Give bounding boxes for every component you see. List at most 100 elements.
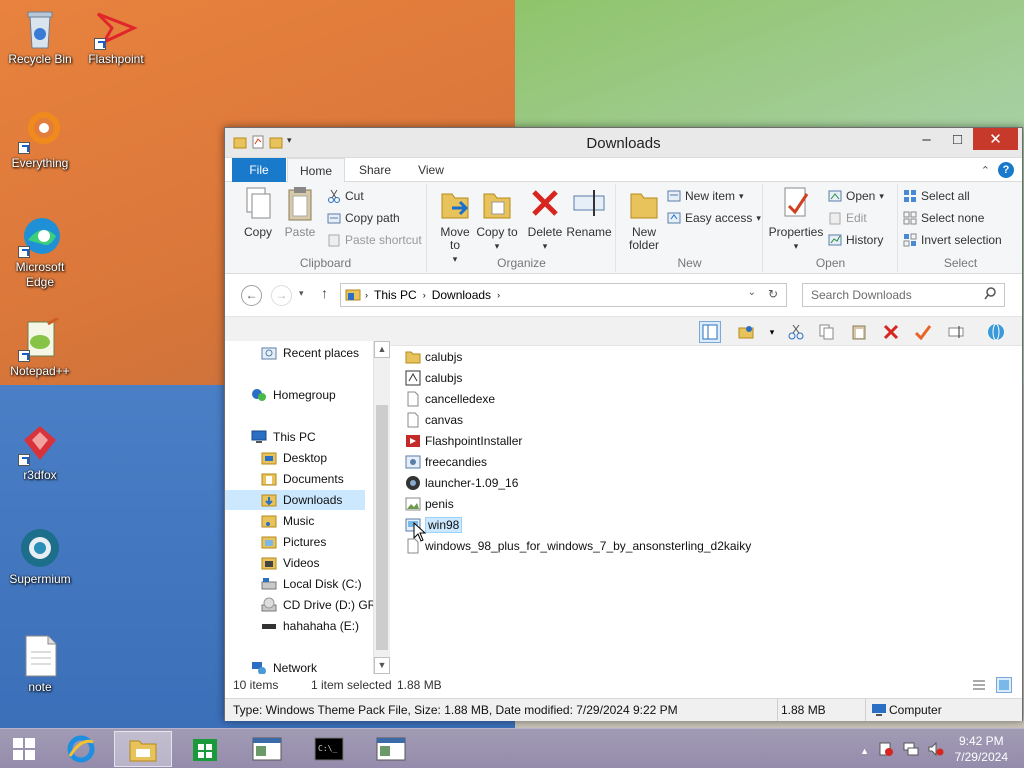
scroll-up-icon[interactable]: ▲	[374, 341, 390, 358]
up-arrow-icon[interactable]: ↑	[321, 285, 328, 301]
paste-shortcut-button[interactable]: Paste shortcut	[327, 230, 422, 250]
desktop-icon-note[interactable]: note	[0, 634, 80, 695]
maximize-button[interactable]: □	[942, 128, 973, 150]
breadcrumb-this-pc[interactable]: This PC	[374, 288, 417, 302]
taskbar-internet-explorer[interactable]	[52, 731, 110, 767]
recent-locations-icon[interactable]: ▾	[299, 288, 304, 299]
taskbar-app-window[interactable]	[238, 731, 296, 767]
copy-toolbar-icon[interactable]	[816, 321, 838, 343]
list-item[interactable]: calubjs	[405, 346, 1005, 367]
taskbar-store[interactable]	[176, 731, 234, 767]
desktop-icon-notepad-plus-plus[interactable]: Notepad++	[0, 316, 80, 379]
tab-view[interactable]: View	[403, 158, 459, 183]
large-icons-view-icon[interactable]	[996, 677, 1012, 693]
list-item[interactable]: freecandies	[405, 451, 1005, 472]
nav-homegroup[interactable]: Homegroup	[251, 385, 373, 405]
rename-toolbar-icon[interactable]	[945, 321, 967, 343]
nav-downloads[interactable]: Downloads	[225, 490, 365, 510]
copy-button[interactable]: Copy	[237, 186, 279, 239]
copy-to-button[interactable]: Copy to ▾	[476, 186, 518, 253]
nav-desktop[interactable]: Desktop	[261, 448, 373, 468]
list-item[interactable]: canvas	[405, 409, 1005, 430]
nav-cd-drive-d[interactable]: CD Drive (D:) GRM	[261, 595, 373, 615]
list-item[interactable]: FlashpointInstaller	[405, 430, 1005, 451]
desktop-icon-everything[interactable]: Everything	[0, 110, 80, 171]
scroll-thumb[interactable]	[376, 405, 388, 650]
details-bar: Type: Windows Theme Pack File, Size: 1.8…	[225, 698, 1022, 721]
nav-pictures[interactable]: Pictures	[261, 532, 373, 552]
tab-share[interactable]: Share	[346, 158, 404, 183]
tab-file[interactable]: File	[232, 158, 286, 183]
paste-button[interactable]: Paste	[279, 186, 321, 239]
globe-toolbar-icon[interactable]	[985, 321, 1007, 343]
invert-selection-button[interactable]: Invert selection	[903, 230, 1002, 250]
move-to-button[interactable]: Move to ▾	[434, 186, 476, 266]
taskbar-app-window-2[interactable]	[362, 731, 420, 767]
desktop-icon-r3dfox[interactable]: r3dfox	[0, 422, 80, 483]
nav-documents[interactable]: Documents	[261, 469, 373, 489]
list-item[interactable]: windows_98_plus_for_windows_7_by_ansonst…	[405, 535, 1005, 556]
svg-text:C:\_: C:\_	[318, 744, 337, 753]
cut-button[interactable]: Cut	[327, 186, 364, 206]
nav-this-pc[interactable]: This PC	[251, 427, 373, 447]
clock[interactable]: 9:42 PM 7/29/2024	[955, 733, 1008, 765]
pin-dropdown-icon[interactable]: ▾	[761, 321, 783, 343]
paste-toolbar-icon[interactable]	[848, 321, 870, 343]
breadcrumb-downloads[interactable]: Downloads	[432, 288, 491, 302]
cut-toolbar-icon[interactable]	[785, 321, 807, 343]
start-button[interactable]	[0, 731, 48, 767]
edit-button[interactable]: Edit	[828, 208, 867, 228]
show-hidden-icons-icon[interactable]: ▲	[860, 746, 869, 756]
history-button[interactable]: History	[828, 230, 883, 250]
taskbar-command-prompt[interactable]: C:\_	[300, 731, 358, 767]
checkmark-toolbar-icon[interactable]	[912, 321, 934, 343]
address-dropdown-icon[interactable]: ⌄	[748, 287, 756, 298]
help-icon[interactable]: ?	[998, 162, 1014, 178]
desktop-icon-supermium[interactable]: Supermium	[0, 526, 80, 587]
new-folder-button[interactable]: New folder	[623, 186, 665, 252]
nav-videos[interactable]: Videos	[261, 553, 373, 573]
desktop-icon-recycle-bin[interactable]: Recycle Bin	[0, 6, 80, 67]
search-input[interactable]: Search Downloads	[802, 283, 1005, 307]
scroll-down-icon[interactable]: ▼	[374, 657, 390, 674]
refresh-icon[interactable]: ↻	[768, 287, 778, 301]
title-bar[interactable]: ▾ Downloads – □ ✕	[225, 128, 1022, 158]
delete-button[interactable]: Delete ▾	[524, 186, 566, 253]
preview-pane-icon[interactable]	[699, 321, 721, 343]
volume-muted-icon[interactable]	[928, 741, 944, 760]
details-view-icon[interactable]	[972, 678, 986, 695]
new-item-button[interactable]: New item ▾	[667, 186, 744, 206]
collapse-ribbon-icon[interactable]: ⌃	[981, 164, 990, 177]
select-all-button[interactable]: Select all	[903, 186, 970, 206]
action-center-icon[interactable]	[878, 741, 894, 760]
copy-path-button[interactable]: Copy path	[327, 208, 400, 228]
list-item[interactable]: cancelledexe	[405, 388, 1005, 409]
list-item-selected[interactable]: win98	[405, 514, 1005, 542]
select-none-button[interactable]: Select none	[903, 208, 984, 228]
network-tray-icon[interactable]	[903, 741, 919, 760]
minimize-button[interactable]: –	[911, 128, 942, 150]
rename-button[interactable]: Rename	[566, 186, 612, 239]
desktop-icon-flashpoint[interactable]: Flashpoint	[76, 6, 156, 67]
delete-toolbar-icon[interactable]	[880, 321, 902, 343]
desktop-icon-microsoft-edge[interactable]: Microsoft Edge	[0, 214, 80, 290]
list-item[interactable]: launcher-1.09_16	[405, 472, 1005, 493]
nav-scrollbar[interactable]: ▲ ▼	[373, 341, 390, 674]
pin-folder-icon[interactable]	[735, 321, 757, 343]
easy-access-button[interactable]: Easy access ▾	[667, 208, 761, 228]
list-item[interactable]: penis	[405, 493, 1005, 514]
tab-home[interactable]: Home	[287, 158, 345, 183]
back-button[interactable]: ←	[241, 285, 262, 306]
properties-button[interactable]: Properties ▾	[768, 186, 824, 253]
nav-recent-places[interactable]: Recent places	[261, 343, 373, 363]
forward-button[interactable]: →	[271, 285, 292, 306]
address-bar[interactable]: › This PC › Downloads › ⌄ ↻	[340, 283, 787, 307]
list-item[interactable]: calubjs	[405, 367, 1005, 388]
nav-drive-e[interactable]: hahahaha (E:)	[261, 616, 373, 636]
open-button[interactable]: Open ▾	[828, 186, 884, 206]
taskbar-file-explorer[interactable]	[114, 731, 172, 767]
nav-music[interactable]: Music	[261, 511, 373, 531]
nav-local-disk-c[interactable]: Local Disk (C:)	[261, 574, 373, 594]
close-button[interactable]: ✕	[973, 128, 1018, 150]
select-none-icon	[903, 211, 917, 225]
